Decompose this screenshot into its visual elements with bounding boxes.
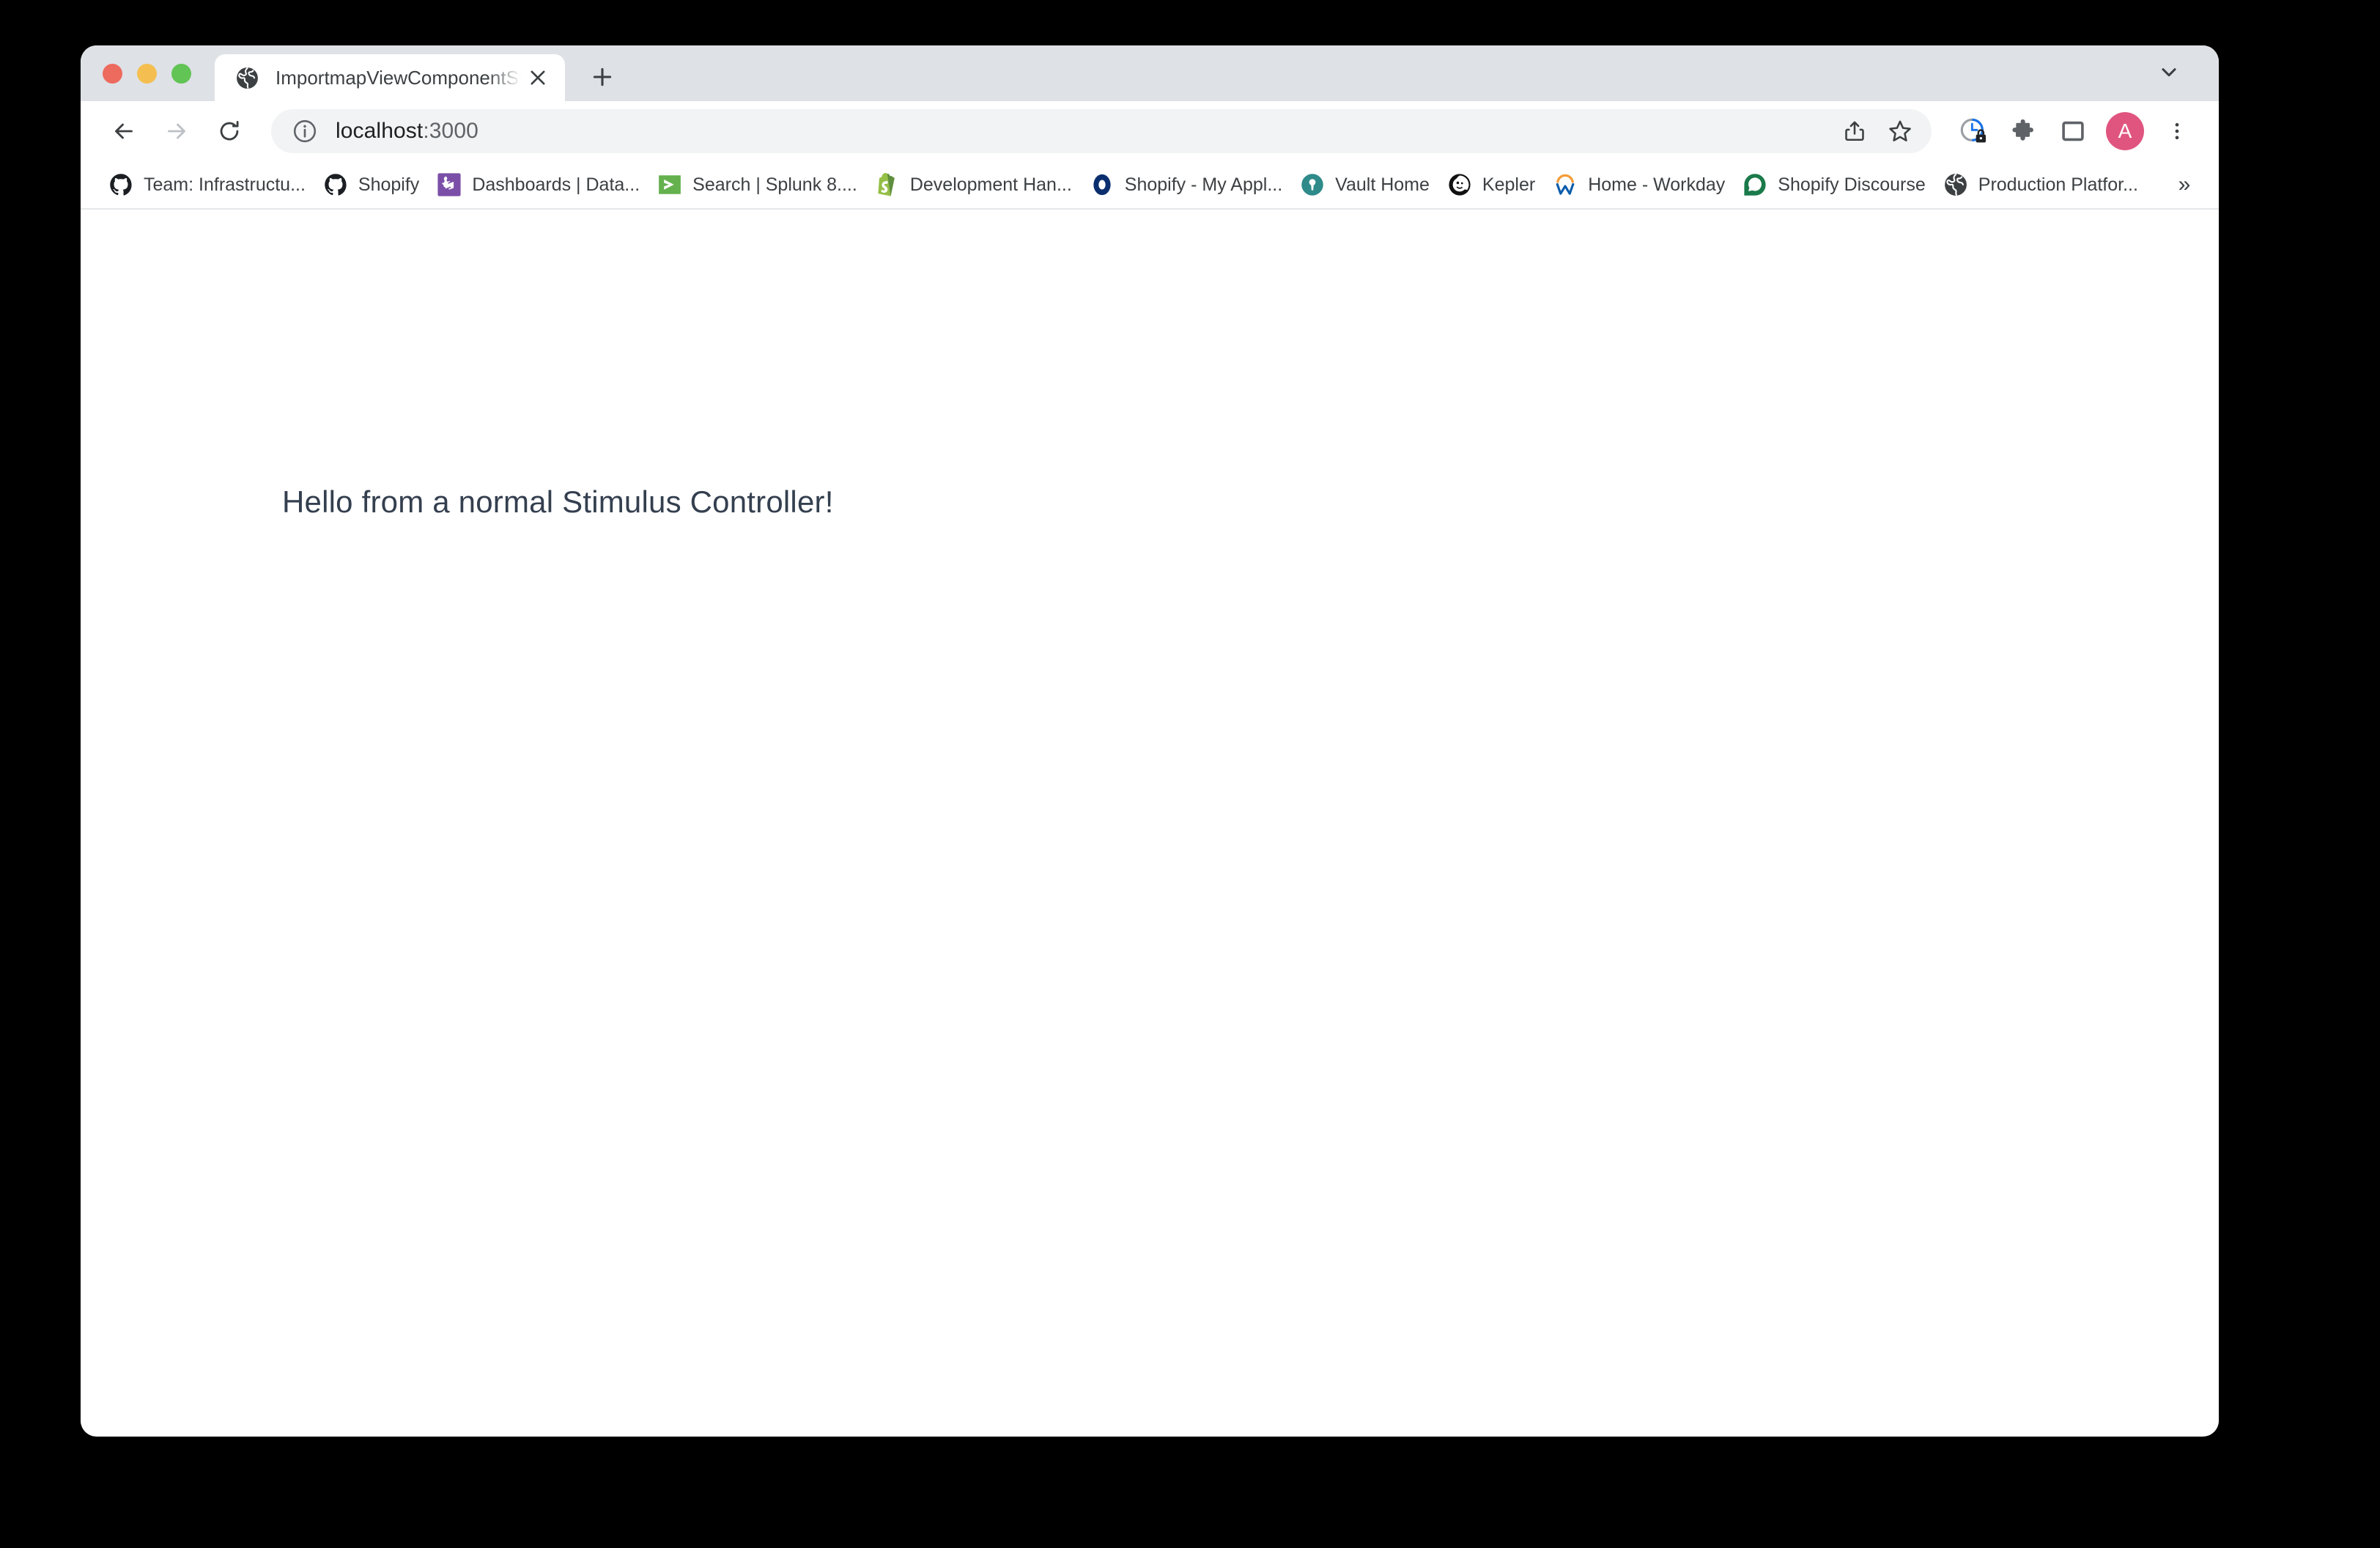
page-heading: Hello from a normal Stimulus Controller!	[282, 484, 834, 519]
page-viewport: Hello from a normal Stimulus Controller!	[81, 210, 2219, 1435]
bookmark-label: Home - Workday	[1588, 174, 1726, 195]
datadog-icon	[437, 173, 461, 196]
window-zoom-button[interactable]	[171, 63, 191, 84]
bookmark-team-infrastructure[interactable]: Team: Infrastructu...	[100, 166, 314, 203]
globe-icon	[237, 67, 258, 89]
bookmark-search-splunk[interactable]: Search | Splunk 8....	[648, 166, 866, 203]
new-tab-button[interactable]	[580, 54, 625, 100]
profile-avatar[interactable]: A	[2106, 112, 2144, 150]
toolbar-right-icons: A	[1951, 108, 2200, 154]
bookmark-label: Dashboards | Data...	[472, 174, 640, 195]
back-button[interactable]	[101, 108, 147, 154]
kepler-icon	[1449, 174, 1471, 196]
globe-icon	[1944, 174, 1967, 196]
plus-icon	[593, 67, 612, 86]
address-bar[interactable]: localhost:3000	[271, 109, 1932, 153]
bookmarks-bar: Team: Infrastructu... Shopify Dashboards…	[81, 161, 2219, 210]
shopify-ring-icon	[1093, 174, 1111, 196]
splunk-icon	[659, 175, 681, 194]
star-icon	[1889, 120, 1911, 141]
bookmark-vault-home[interactable]: Vault Home	[1291, 166, 1438, 203]
reload-button[interactable]	[207, 108, 252, 154]
window-minimize-button[interactable]	[137, 63, 157, 84]
bookmark-label: Vault Home	[1335, 174, 1430, 195]
bookmark-production-platform[interactable]: Production Platfor...	[1934, 166, 2147, 203]
shopify-bag-icon	[878, 172, 895, 196]
browser-window: ImportmapViewComponentStim localhost:300…	[81, 45, 2219, 1437]
tab-title: ImportmapViewComponentStim	[276, 67, 521, 89]
tab-search-button[interactable]	[2150, 53, 2188, 91]
browser-toolbar: localhost:3000 A	[81, 101, 2219, 161]
chevron-down-icon	[2162, 68, 2176, 77]
address-bar-url: localhost:3000	[336, 119, 478, 144]
bookmark-kepler[interactable]: Kepler	[1438, 166, 1544, 203]
workday-icon	[1556, 174, 1575, 195]
reload-icon	[220, 120, 239, 141]
github-icon	[110, 174, 132, 196]
share-button[interactable]	[1833, 110, 1876, 152]
tab-strip: ImportmapViewComponentStim	[81, 45, 2219, 101]
forward-button[interactable]	[154, 108, 199, 154]
browser-menu-button[interactable]	[2154, 108, 2200, 154]
bookmark-label: Team: Infrastructu...	[144, 174, 306, 195]
bookmark-label: Shopify	[358, 174, 420, 195]
bookmark-label: Shopify Discourse	[1778, 174, 1926, 195]
close-icon	[531, 70, 545, 85]
bookmark-star-button[interactable]	[1879, 110, 1921, 152]
screen: ImportmapViewComponentStim localhost:300…	[0, 0, 2380, 1548]
forward-arrow-icon	[168, 123, 185, 139]
bookmark-label: Production Platfor...	[1978, 174, 2138, 195]
side-panel-icon	[2062, 121, 2084, 141]
bookmark-label: Kepler	[1482, 174, 1536, 195]
address-bar-actions	[1833, 110, 1921, 152]
bookmark-shopify-my-apps[interactable]: Shopify - My Appl...	[1081, 166, 1291, 203]
privacy-badge-button[interactable]	[1951, 108, 1996, 154]
bookmark-shopify-github[interactable]: Shopify	[314, 166, 428, 203]
window-close-button[interactable]	[103, 63, 122, 84]
url-host: localhost	[336, 119, 424, 143]
bookmark-dashboards-datadog[interactable]: Dashboards | Data...	[428, 166, 648, 203]
bookmark-label: Development Han...	[909, 174, 1072, 195]
bookmark-label: Shopify - My Appl...	[1124, 174, 1283, 195]
extensions-button[interactable]	[2000, 108, 2046, 154]
bookmark-development-handbook[interactable]: Development Han...	[866, 166, 1081, 203]
url-port: :3000	[423, 119, 478, 143]
bookmark-label: Search | Splunk 8....	[692, 174, 857, 195]
bookmark-shopify-discourse[interactable]: Shopify Discourse	[1734, 166, 1934, 203]
extensions-puzzle-icon	[2012, 119, 2033, 141]
side-panel-button[interactable]	[2050, 108, 2096, 154]
bookmark-home-workday[interactable]: Home - Workday	[1544, 166, 1734, 203]
bookmarks-overflow-button[interactable]: »	[2168, 168, 2201, 202]
privacy-badge-icon	[1960, 118, 1986, 143]
vault-keyhole-icon	[1301, 174, 1323, 196]
window-traffic-lights	[103, 45, 191, 101]
more-vertical-icon	[2175, 122, 2179, 140]
tab-close-button[interactable]	[521, 61, 555, 95]
info-circle-icon[interactable]	[292, 118, 318, 144]
discourse-icon	[1744, 174, 1766, 196]
browser-tab-active[interactable]: ImportmapViewComponentStim	[215, 54, 565, 101]
share-icon	[1845, 121, 1864, 141]
back-arrow-icon	[115, 123, 133, 139]
github-icon	[325, 174, 347, 196]
